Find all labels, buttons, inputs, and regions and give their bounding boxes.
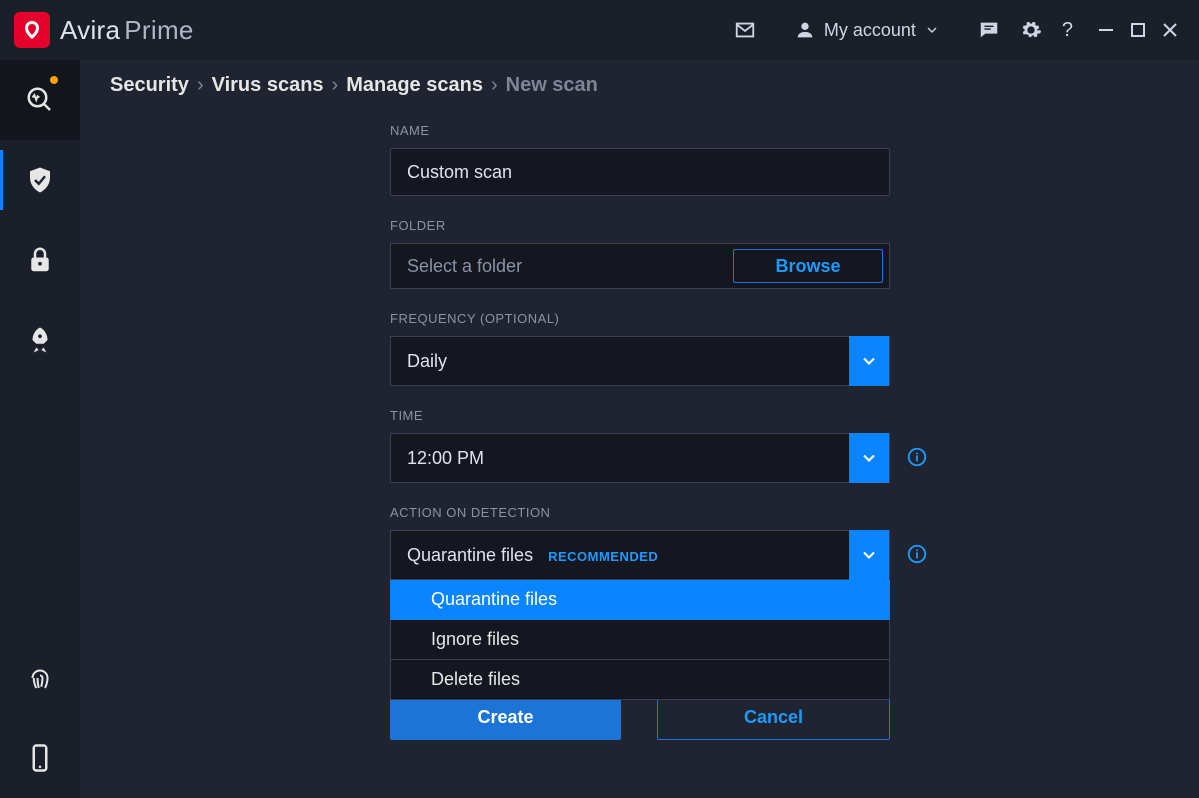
account-label: My account [824, 20, 916, 41]
sidebar-item-identity[interactable] [0, 638, 80, 718]
brand-block: AviraPrime [14, 12, 194, 48]
account-menu[interactable]: My account [784, 13, 950, 47]
field-frequency: FREQUENCY (OPTIONAL) Daily [390, 311, 950, 386]
frequency-value: Daily [391, 351, 849, 372]
feedback-button[interactable] [968, 13, 1010, 47]
breadcrumb-security[interactable]: Security [110, 74, 189, 97]
chevron-down-icon [859, 351, 879, 371]
time-info-button[interactable] [906, 446, 928, 468]
breadcrumb-virus-scans[interactable]: Virus scans [212, 74, 324, 97]
form-buttons: Create Cancel [390, 694, 890, 740]
action-option-ignore[interactable]: Ignore files [390, 620, 890, 660]
sidebar [0, 60, 80, 798]
create-button[interactable]: Create [390, 694, 621, 740]
action-dropdown-panel: Quarantine files Ignore files Delete fil… [390, 580, 890, 700]
cancel-button[interactable]: Cancel [657, 694, 890, 740]
chevron-down-icon [859, 448, 879, 468]
close-button[interactable] [1161, 21, 1179, 39]
main-content: Security › Virus scans › Manage scans › … [80, 60, 1199, 798]
action-info-button[interactable] [906, 543, 928, 565]
avira-logo-icon [14, 12, 50, 48]
field-name: NAME [390, 123, 950, 196]
help-button[interactable]: ? [1052, 13, 1083, 48]
time-value: 12:00 PM [391, 448, 849, 469]
titlebar: AviraPrime My account ? [0, 0, 1199, 60]
field-folder: FOLDER Select a folder Browse [390, 218, 950, 289]
folder-input-row: Select a folder Browse [390, 243, 890, 289]
maximize-button[interactable] [1129, 21, 1147, 39]
time-label: TIME [390, 408, 950, 423]
chevron-down-icon [859, 545, 879, 565]
name-input[interactable] [407, 162, 873, 183]
name-label: NAME [390, 123, 950, 138]
settings-button[interactable] [1010, 13, 1052, 47]
frequency-label: FREQUENCY (OPTIONAL) [390, 311, 950, 326]
action-chevron[interactable] [849, 530, 889, 580]
user-icon [794, 19, 816, 41]
mobile-icon [25, 743, 55, 773]
frequency-chevron[interactable] [849, 336, 889, 386]
folder-placeholder: Select a folder [391, 256, 733, 277]
folder-label: FOLDER [390, 218, 950, 233]
breadcrumb-current: New scan [506, 74, 598, 97]
name-input-wrapper [390, 148, 890, 196]
help-icon: ? [1062, 19, 1073, 42]
brand-suffix: Prime [124, 15, 193, 45]
action-option-delete[interactable]: Delete files [390, 660, 890, 700]
action-value: Quarantine files RECOMMENDED [391, 545, 849, 566]
breadcrumb-manage-scans[interactable]: Manage scans [346, 74, 483, 97]
sidebar-item-privacy[interactable] [0, 220, 80, 300]
minimize-button[interactable] [1097, 21, 1115, 39]
status-badge-dot [50, 76, 58, 84]
time-chevron[interactable] [849, 433, 889, 483]
chevron-down-icon [924, 22, 940, 38]
brand-text: AviraPrime [60, 15, 194, 46]
breadcrumb-sep: › [491, 74, 498, 97]
action-option-quarantine[interactable]: Quarantine files [390, 580, 890, 620]
shield-icon [25, 165, 55, 195]
lock-icon [25, 245, 55, 275]
info-icon [906, 446, 928, 468]
feedback-icon [978, 19, 1000, 41]
rocket-icon [25, 325, 55, 355]
gear-icon [1020, 19, 1042, 41]
browse-button[interactable]: Browse [733, 249, 883, 283]
sidebar-item-status[interactable] [0, 60, 80, 140]
field-action: ACTION ON DETECTION Quarantine files REC… [390, 505, 950, 580]
info-icon [906, 543, 928, 565]
time-select[interactable]: 12:00 PM [390, 433, 890, 483]
mail-button[interactable] [724, 13, 766, 47]
breadcrumb: Security › Virus scans › Manage scans › … [110, 74, 1173, 97]
sidebar-item-mobile[interactable] [0, 718, 80, 798]
breadcrumb-sep: › [197, 74, 204, 97]
sidebar-item-security[interactable] [0, 140, 80, 220]
action-label: ACTION ON DETECTION [390, 505, 950, 520]
magnifier-pulse-icon [25, 85, 55, 115]
field-time: TIME 12:00 PM [390, 408, 950, 483]
frequency-select[interactable]: Daily [390, 336, 890, 386]
fingerprint-icon [25, 663, 55, 693]
recommended-tag: RECOMMENDED [548, 549, 658, 564]
mail-icon [734, 19, 756, 41]
sidebar-item-performance[interactable] [0, 300, 80, 380]
action-select[interactable]: Quarantine files RECOMMENDED [390, 530, 890, 580]
breadcrumb-sep: › [332, 74, 339, 97]
action-value-text: Quarantine files [407, 545, 533, 565]
brand-name: Avira [60, 15, 120, 45]
